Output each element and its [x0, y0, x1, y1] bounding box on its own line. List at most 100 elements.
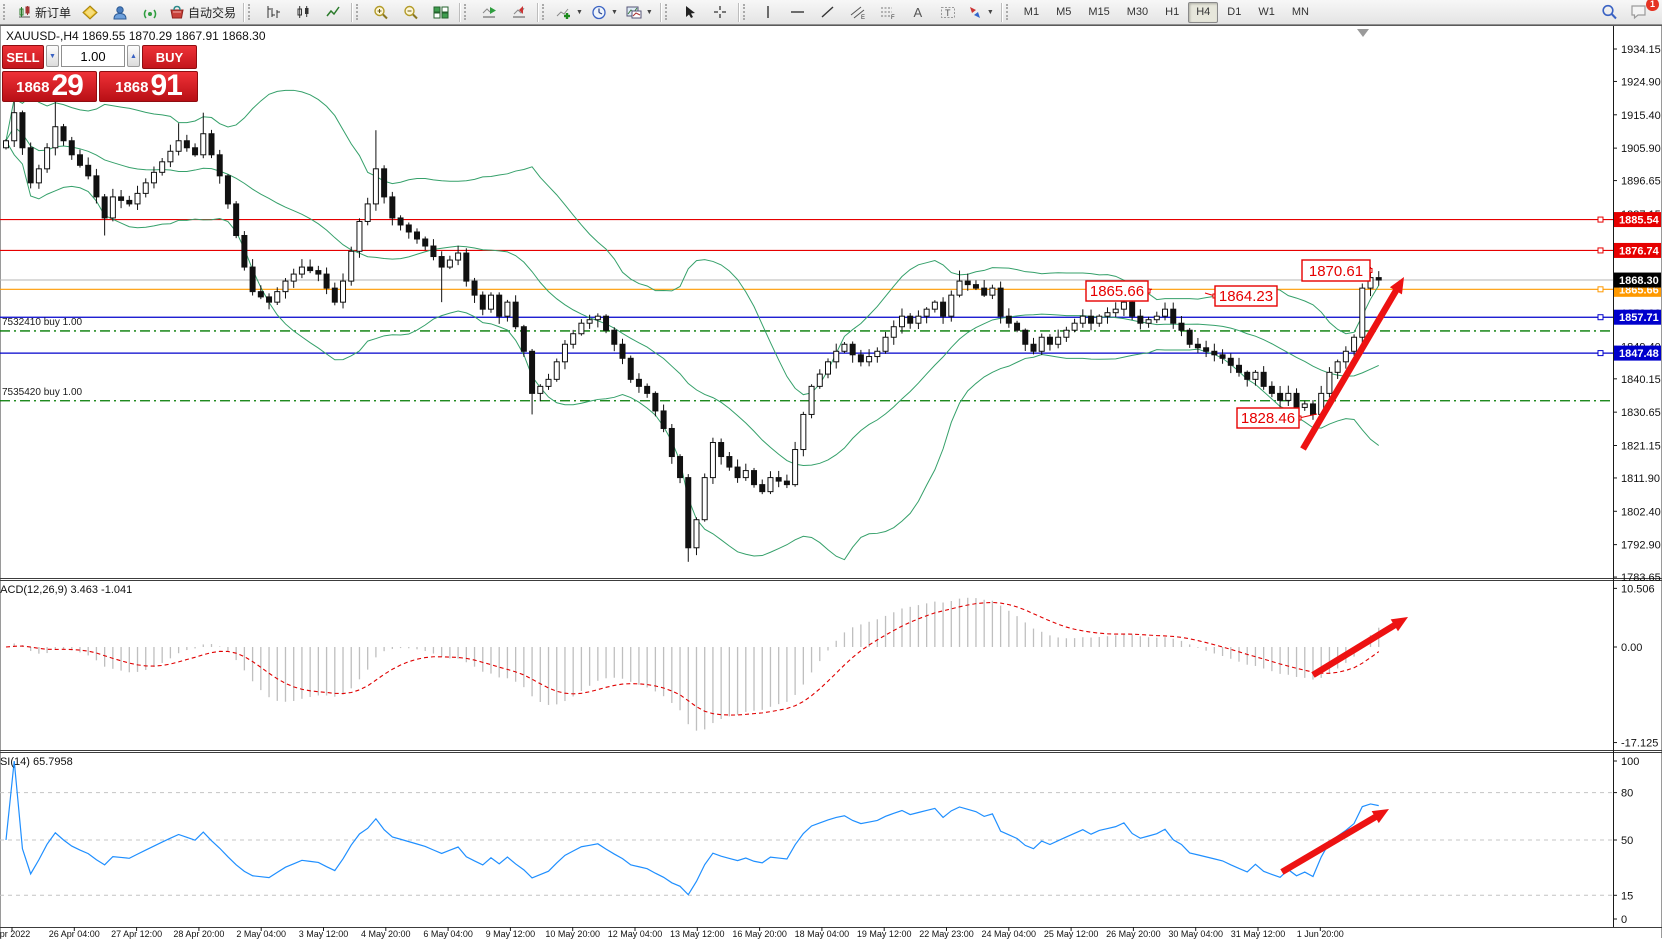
chat-button[interactable]: 1 [1624, 1, 1654, 24]
toolbar-separator [1001, 3, 1002, 22]
horizontal-line-button[interactable] [783, 1, 813, 24]
arrows-tool-icon [967, 5, 983, 20]
horizontal-line-icon [790, 5, 805, 19]
auto-scroll-button[interactable] [474, 1, 504, 24]
toolbar-grip[interactable] [3, 4, 10, 20]
periods-button[interactable]: ▼ [587, 1, 622, 24]
svg-text:E: E [861, 15, 865, 20]
timeframe-D1[interactable]: D1 [1219, 2, 1249, 23]
bar-chart-icon [266, 5, 281, 19]
volume-down-button[interactable]: ▼ [46, 45, 59, 67]
toolbar-grip[interactable] [464, 4, 471, 20]
clock-icon [591, 5, 607, 20]
svg-text:24 May 04:00: 24 May 04:00 [982, 929, 1037, 939]
toolbar-grip[interactable] [248, 4, 255, 20]
svg-text:F: F [891, 15, 895, 20]
sell-price[interactable]: 1868 29 [2, 71, 97, 102]
zoom-in-icon [373, 5, 389, 20]
dropdown-caret: ▼ [646, 9, 653, 16]
new-order-label: 新订单 [35, 4, 71, 21]
svg-text:1792.90: 1792.90 [1621, 540, 1661, 552]
svg-text:26 Apr 04:00: 26 Apr 04:00 [49, 929, 100, 939]
vertical-line-button[interactable] [753, 1, 783, 24]
auto-trading-button[interactable]: 自动交易 [165, 1, 240, 24]
timeframe-M5[interactable]: M5 [1048, 2, 1079, 23]
toolbar-separator [459, 3, 460, 22]
toolbar-grip[interactable] [542, 4, 549, 20]
svg-text:4 May 20:00: 4 May 20:00 [361, 929, 411, 939]
metaeditor-button[interactable] [75, 1, 105, 24]
chart-canvas[interactable]: 1934.151924.901915.401905.901896.651887.… [0, 0, 1662, 939]
toolbar-separator [537, 3, 538, 22]
timeframe-M30[interactable]: M30 [1119, 2, 1156, 23]
chart-shift-button[interactable] [504, 1, 534, 24]
trendline-button[interactable] [813, 1, 843, 24]
search-icon [1601, 4, 1618, 20]
timeframe-W1[interactable]: W1 [1250, 2, 1283, 23]
svg-text:1783.65: 1783.65 [1621, 572, 1661, 584]
line-chart-icon [326, 5, 341, 19]
timeframe-MN[interactable]: MN [1284, 2, 1317, 23]
timeframe-M15[interactable]: M15 [1080, 2, 1117, 23]
svg-text:19 May 12:00: 19 May 12:00 [857, 929, 912, 939]
fibonacci-icon: F [880, 5, 896, 20]
signals-icon [142, 5, 158, 20]
volume-input[interactable] [61, 45, 125, 67]
channel-button[interactable]: E [843, 1, 873, 24]
buy-button[interactable]: BUY [142, 45, 197, 69]
svg-text:1857.71: 1857.71 [1619, 312, 1659, 324]
toolbar-grip[interactable] [743, 4, 750, 20]
buy-price[interactable]: 1868 91 [99, 71, 198, 102]
candle-chart-button[interactable] [288, 1, 318, 24]
crosshair-icon [713, 5, 727, 19]
position-label-2[interactable]: 7535420 buy 1.00 [2, 387, 82, 398]
text-button[interactable]: A [903, 1, 933, 24]
templates-button[interactable]: ▼ [622, 1, 657, 24]
cursor-icon [683, 5, 697, 19]
fibonacci-button[interactable]: F [873, 1, 903, 24]
toolbar-separator [351, 3, 352, 22]
svg-text:13 May 12:00: 13 May 12:00 [670, 929, 725, 939]
svg-text:26 May 20:00: 26 May 20:00 [1106, 929, 1161, 939]
svg-text:22 May 23:00: 22 May 23:00 [919, 929, 974, 939]
signals-button[interactable] [135, 1, 165, 24]
sell-button[interactable]: SELL [2, 45, 44, 69]
toolbar-grip[interactable] [356, 4, 363, 20]
svg-text:2 May 04:00: 2 May 04:00 [236, 929, 286, 939]
svg-text:100: 100 [1621, 756, 1639, 768]
toolbar-grip[interactable] [665, 4, 672, 20]
indicators-button[interactable]: ▼ [552, 1, 587, 24]
templates-icon [626, 5, 642, 20]
search-button[interactable] [1594, 1, 1624, 24]
svg-text:1 Jun 20:00: 1 Jun 20:00 [1297, 929, 1344, 939]
position-label-1[interactable]: 7532410 buy 1.00 [2, 317, 82, 328]
svg-text:1830.65: 1830.65 [1621, 407, 1661, 419]
zoom-out-button[interactable] [396, 1, 426, 24]
volume-up-button[interactable]: ▲ [127, 45, 140, 67]
new-order-icon [17, 5, 32, 19]
vertical-line-icon [762, 5, 774, 19]
sell-price-big: 29 [52, 71, 83, 100]
tile-windows-button[interactable] [426, 1, 456, 24]
arrows-tool-button[interactable]: ▼ [963, 1, 998, 24]
bar-chart-button[interactable] [258, 1, 288, 24]
svg-text:0: 0 [1621, 914, 1627, 926]
dropdown-caret: ▼ [611, 9, 618, 16]
timeframe-H1[interactable]: H1 [1157, 2, 1187, 23]
timeframe-H4[interactable]: H4 [1188, 2, 1218, 23]
text-label-button[interactable]: T [933, 1, 963, 24]
main-toolbar: 新订单 自动交易 ▼ ▼ ▼ E F A T ▼ M1M5M15M30H1H4D… [0, 0, 1662, 25]
svg-text:T: T [945, 8, 951, 18]
toolbar-grip[interactable] [1006, 4, 1013, 20]
svg-text:1828.46: 1828.46 [1241, 410, 1295, 427]
community-button[interactable] [105, 1, 135, 24]
svg-text:1915.40: 1915.40 [1621, 110, 1661, 122]
svg-text:1876.74: 1876.74 [1619, 245, 1660, 257]
zoom-in-button[interactable] [366, 1, 396, 24]
timeframe-M1[interactable]: M1 [1016, 2, 1047, 23]
cursor-button[interactable] [675, 1, 705, 24]
crosshair-button[interactable] [705, 1, 735, 24]
new-order-button[interactable]: 新订单 [13, 1, 75, 24]
line-chart-button[interactable] [318, 1, 348, 24]
date-axis: Apr 202226 Apr 04:0027 Apr 12:0028 Apr 2… [0, 927, 1344, 939]
